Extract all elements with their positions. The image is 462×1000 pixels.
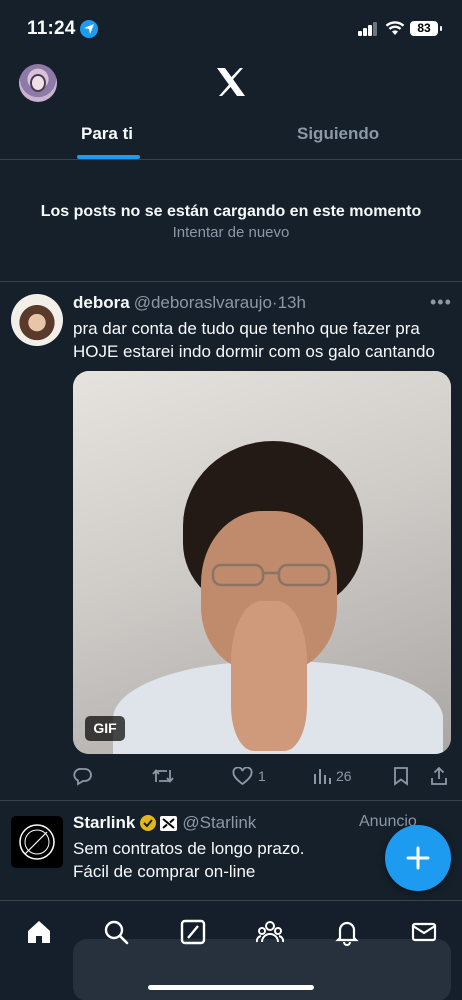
repost-icon [152, 769, 174, 783]
affiliate-badge-icon [160, 815, 178, 831]
reply-button[interactable] [73, 765, 93, 787]
ad-text-line-1: Sem contratos de longo prazo. [73, 839, 305, 858]
error-message: Los posts no se están cargando en este m… [40, 203, 422, 220]
ad-text-line-2: Fácil de comprar on-line [73, 862, 256, 881]
post-author-handle[interactable]: @deboraslvaraujo [134, 293, 272, 312]
home-icon[interactable] [25, 918, 53, 946]
tab-siguiendo[interactable]: Siguiendo [297, 124, 379, 144]
like-button[interactable]: 1 [232, 765, 266, 787]
status-time: 11:24 [27, 18, 76, 39]
search-icon[interactable] [102, 918, 130, 946]
ad-author-name[interactable]: Starlink [73, 813, 135, 833]
reply-icon [73, 768, 92, 786]
ad-author-handle[interactable]: @Starlink [182, 813, 256, 833]
views-count: 26 [336, 768, 352, 784]
plus-icon [406, 846, 430, 870]
error-banner: Los posts no se están cargando en este m… [0, 161, 462, 282]
tab-para-ti[interactable]: Para ti [81, 124, 133, 144]
share-button[interactable] [429, 765, 449, 787]
like-count: 1 [258, 768, 266, 784]
user-avatar[interactable] [19, 64, 57, 102]
battery-indicator: 83 [410, 21, 442, 36]
post-text: pra dar conta de tudo que tenho que faze… [73, 319, 435, 361]
bookmark-icon [394, 767, 408, 786]
status-bar: 11:24 83 [0, 0, 462, 56]
starlink-logo[interactable] [11, 816, 63, 868]
location-arrow-icon [80, 20, 98, 38]
compose-post-button[interactable] [385, 825, 451, 891]
post-header: debora @deboraslvaraujo·13h [73, 293, 306, 313]
active-tab-indicator [77, 155, 140, 159]
more-options-icon[interactable]: ••• [430, 292, 452, 313]
post-gif-media[interactable]: GIF [73, 371, 451, 754]
post-actions: 1 26 [73, 765, 453, 787]
wifi-icon [385, 20, 405, 41]
views-button[interactable]: 26 [313, 765, 352, 787]
views-icon [314, 769, 331, 784]
post-author-name[interactable]: debora [73, 293, 130, 312]
post-author-avatar[interactable] [11, 294, 63, 346]
communities-icon[interactable] [256, 918, 284, 946]
share-icon [431, 766, 447, 785]
bookmark-button[interactable] [393, 765, 409, 787]
verified-gold-icon [140, 815, 157, 831]
heart-icon [232, 766, 253, 785]
ad-header: Starlink @Starlink [73, 813, 256, 833]
x-logo-icon [217, 68, 245, 96]
messages-icon[interactable] [410, 918, 438, 946]
home-indicator[interactable] [148, 985, 314, 990]
grok-icon[interactable] [179, 918, 207, 946]
post-time: ·13h [271, 293, 306, 312]
post[interactable]: debora @deboraslvaraujo·13h ••• pra dar c… [0, 282, 462, 801]
cellular-signal-icon [358, 22, 378, 36]
underlying-content [73, 939, 451, 1000]
gif-badge: GIF [85, 716, 125, 741]
retry-link[interactable]: Intentar de nuevo [0, 224, 462, 241]
ad-text: Sem contratos de longo prazo. Fácil de c… [73, 837, 393, 883]
notifications-icon[interactable] [333, 918, 361, 946]
repost-button[interactable] [151, 765, 175, 787]
timeline-tabs: Para ti Siguiendo [0, 112, 462, 160]
